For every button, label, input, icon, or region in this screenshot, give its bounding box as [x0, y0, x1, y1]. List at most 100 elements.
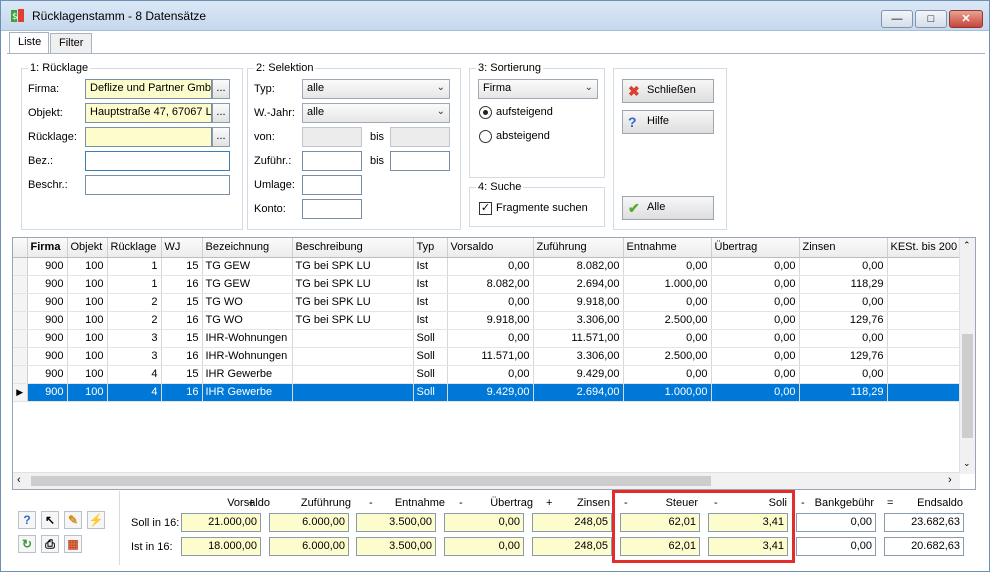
col-typ[interactable]: Typ [413, 238, 448, 258]
sort-field-select[interactable]: Firma ⌄ [478, 79, 598, 99]
table-cell[interactable]: 0,00 [623, 293, 712, 312]
print-icon[interactable]: ⎙ [41, 535, 59, 553]
table-cell[interactable]: 15 [161, 257, 203, 276]
table-cell[interactable]: 900 [27, 383, 68, 402]
table-cell[interactable]: 16 [161, 275, 203, 294]
row-indicator[interactable] [13, 257, 28, 276]
table-cell[interactable]: 3.306,00 [533, 311, 624, 330]
table-cell[interactable]: 0,00 [623, 365, 712, 384]
table-cell[interactable]: 118,29 [799, 275, 888, 294]
table-cell[interactable]: Soll [413, 347, 448, 366]
table-cell[interactable]: IHR Gewerbe [202, 365, 293, 384]
schliessen-button[interactable]: ✖ Schließen [622, 79, 714, 103]
table-cell[interactable]: 900 [27, 365, 68, 384]
table-cell[interactable]: 100 [67, 275, 108, 294]
table-cell[interactable]: TG bei SPK LU [292, 275, 414, 294]
table-cell[interactable]: 0,00 [711, 383, 800, 402]
table-cell[interactable]: 9.429,00 [447, 383, 534, 402]
tab-filter[interactable]: Filter [50, 33, 92, 53]
table-cell[interactable]: 900 [27, 257, 68, 276]
data-grid[interactable]: Firma Objekt Rücklage WJ Bezeichnung Bes… [12, 237, 976, 490]
table-cell[interactable]: 16 [161, 383, 203, 402]
table-cell[interactable] [887, 257, 962, 276]
table-cell[interactable]: 118,29 [799, 383, 888, 402]
table-cell[interactable] [887, 275, 962, 294]
refresh-icon[interactable]: ↻ [18, 535, 36, 553]
row-indicator[interactable]: ▶ [13, 383, 28, 402]
table-cell[interactable]: 1 [107, 257, 162, 276]
col-entnahme[interactable]: Entnahme [623, 238, 712, 258]
konto-field[interactable] [302, 199, 362, 219]
table-cell[interactable]: TG bei SPK LU [292, 293, 414, 312]
col-bezeichnung[interactable]: Bezeichnung [202, 238, 293, 258]
table-cell[interactable]: 0,00 [711, 329, 800, 348]
table-cell[interactable]: Ist [413, 275, 448, 294]
help-icon[interactable]: ? [18, 511, 36, 529]
absteigend-radio[interactable] [479, 130, 492, 143]
fragmente-checkbox[interactable]: ✓ [479, 202, 492, 215]
table-row[interactable]: 900 100 2 15 TG WO TG bei SPK LU Ist 0,00 9.918,… [13, 293, 962, 312]
col-kest[interactable]: KESt. bis 200 [887, 238, 962, 258]
table-cell[interactable]: 0,00 [711, 365, 800, 384]
scroll-up-icon[interactable]: ⌃ [963, 240, 971, 251]
table-cell[interactable]: Ist [413, 311, 448, 330]
table-row[interactable]: 900 100 1 16 TG GEW TG bei SPK LU Ist 8.082,00 2… [13, 275, 962, 294]
table-cell[interactable]: TG WO [202, 293, 293, 312]
table-cell[interactable]: IHR-Wohnungen [202, 347, 293, 366]
table-cell[interactable]: 100 [67, 257, 108, 276]
scroll-left-icon[interactable]: ‹ [17, 474, 21, 486]
table-cell[interactable]: 15 [161, 293, 203, 312]
table-cell[interactable]: 4 [107, 383, 162, 402]
wjahr-select[interactable]: alle ⌄ [302, 103, 450, 123]
table-cell[interactable]: IHR-Wohnungen [202, 329, 293, 348]
col-vorsaldo[interactable]: Vorsaldo [447, 238, 534, 258]
cursor-icon[interactable]: ↖ [41, 511, 59, 529]
table-cell[interactable]: 11.571,00 [533, 329, 624, 348]
lightning-icon[interactable]: ⚡ [87, 511, 105, 529]
umlage-field[interactable] [302, 175, 362, 195]
table-cell[interactable]: 1.000,00 [623, 383, 712, 402]
tab-liste[interactable]: Liste [9, 32, 49, 53]
export-icon[interactable]: ▦ [64, 535, 82, 553]
table-row[interactable]: 900 100 2 16 TG WO TG bei SPK LU Ist 9.918,00 3.… [13, 311, 962, 330]
scroll-down-icon[interactable]: ⌄ [963, 458, 971, 469]
table-cell[interactable]: 0,00 [711, 347, 800, 366]
table-cell[interactable]: 900 [27, 347, 68, 366]
scroll-right-icon[interactable]: › [948, 474, 952, 486]
table-cell[interactable]: 9.918,00 [447, 311, 534, 330]
table-cell[interactable]: 2 [107, 311, 162, 330]
vertical-scrollbar[interactable]: ⌃ ⌄ [959, 238, 975, 474]
table-cell[interactable] [887, 293, 962, 312]
table-cell[interactable]: 3.306,00 [533, 347, 624, 366]
table-cell[interactable]: Soll [413, 329, 448, 348]
col-ruecklage[interactable]: Rücklage [107, 238, 162, 258]
table-cell[interactable]: 0,00 [711, 311, 800, 330]
table-cell[interactable] [292, 383, 414, 402]
minimize-button[interactable]: — [881, 10, 913, 28]
table-cell[interactable]: 16 [161, 311, 203, 330]
table-cell[interactable]: Ist [413, 293, 448, 312]
objekt-field[interactable]: Hauptstraße 47, 67067 L [85, 103, 212, 123]
row-indicator[interactable] [13, 347, 28, 366]
table-cell[interactable]: 2.500,00 [623, 347, 712, 366]
table-cell[interactable]: 0,00 [799, 257, 888, 276]
table-row[interactable]: 900 100 4 15 IHR Gewerbe Soll 0,00 9.429,00 0,00… [13, 365, 962, 384]
col-zufuehrung[interactable]: Zuführung [533, 238, 624, 258]
table-cell[interactable] [887, 365, 962, 384]
table-cell[interactable]: 0,00 [447, 365, 534, 384]
table-cell[interactable]: IHR Gewerbe [202, 383, 293, 402]
table-cell[interactable]: 2.500,00 [623, 311, 712, 330]
maximize-button[interactable]: □ [915, 10, 947, 28]
table-cell[interactable]: 16 [161, 347, 203, 366]
table-cell[interactable]: 0,00 [799, 365, 888, 384]
ruecklage-field[interactable] [85, 127, 212, 147]
row-indicator[interactable] [13, 329, 28, 348]
table-cell[interactable]: 3 [107, 347, 162, 366]
row-indicator[interactable] [13, 311, 28, 330]
row-indicator[interactable] [13, 365, 28, 384]
table-cell[interactable]: 129,76 [799, 347, 888, 366]
table-cell[interactable]: 0,00 [447, 257, 534, 276]
table-cell[interactable]: 0,00 [623, 329, 712, 348]
table-cell[interactable]: 0,00 [799, 293, 888, 312]
table-cell[interactable]: 100 [67, 347, 108, 366]
